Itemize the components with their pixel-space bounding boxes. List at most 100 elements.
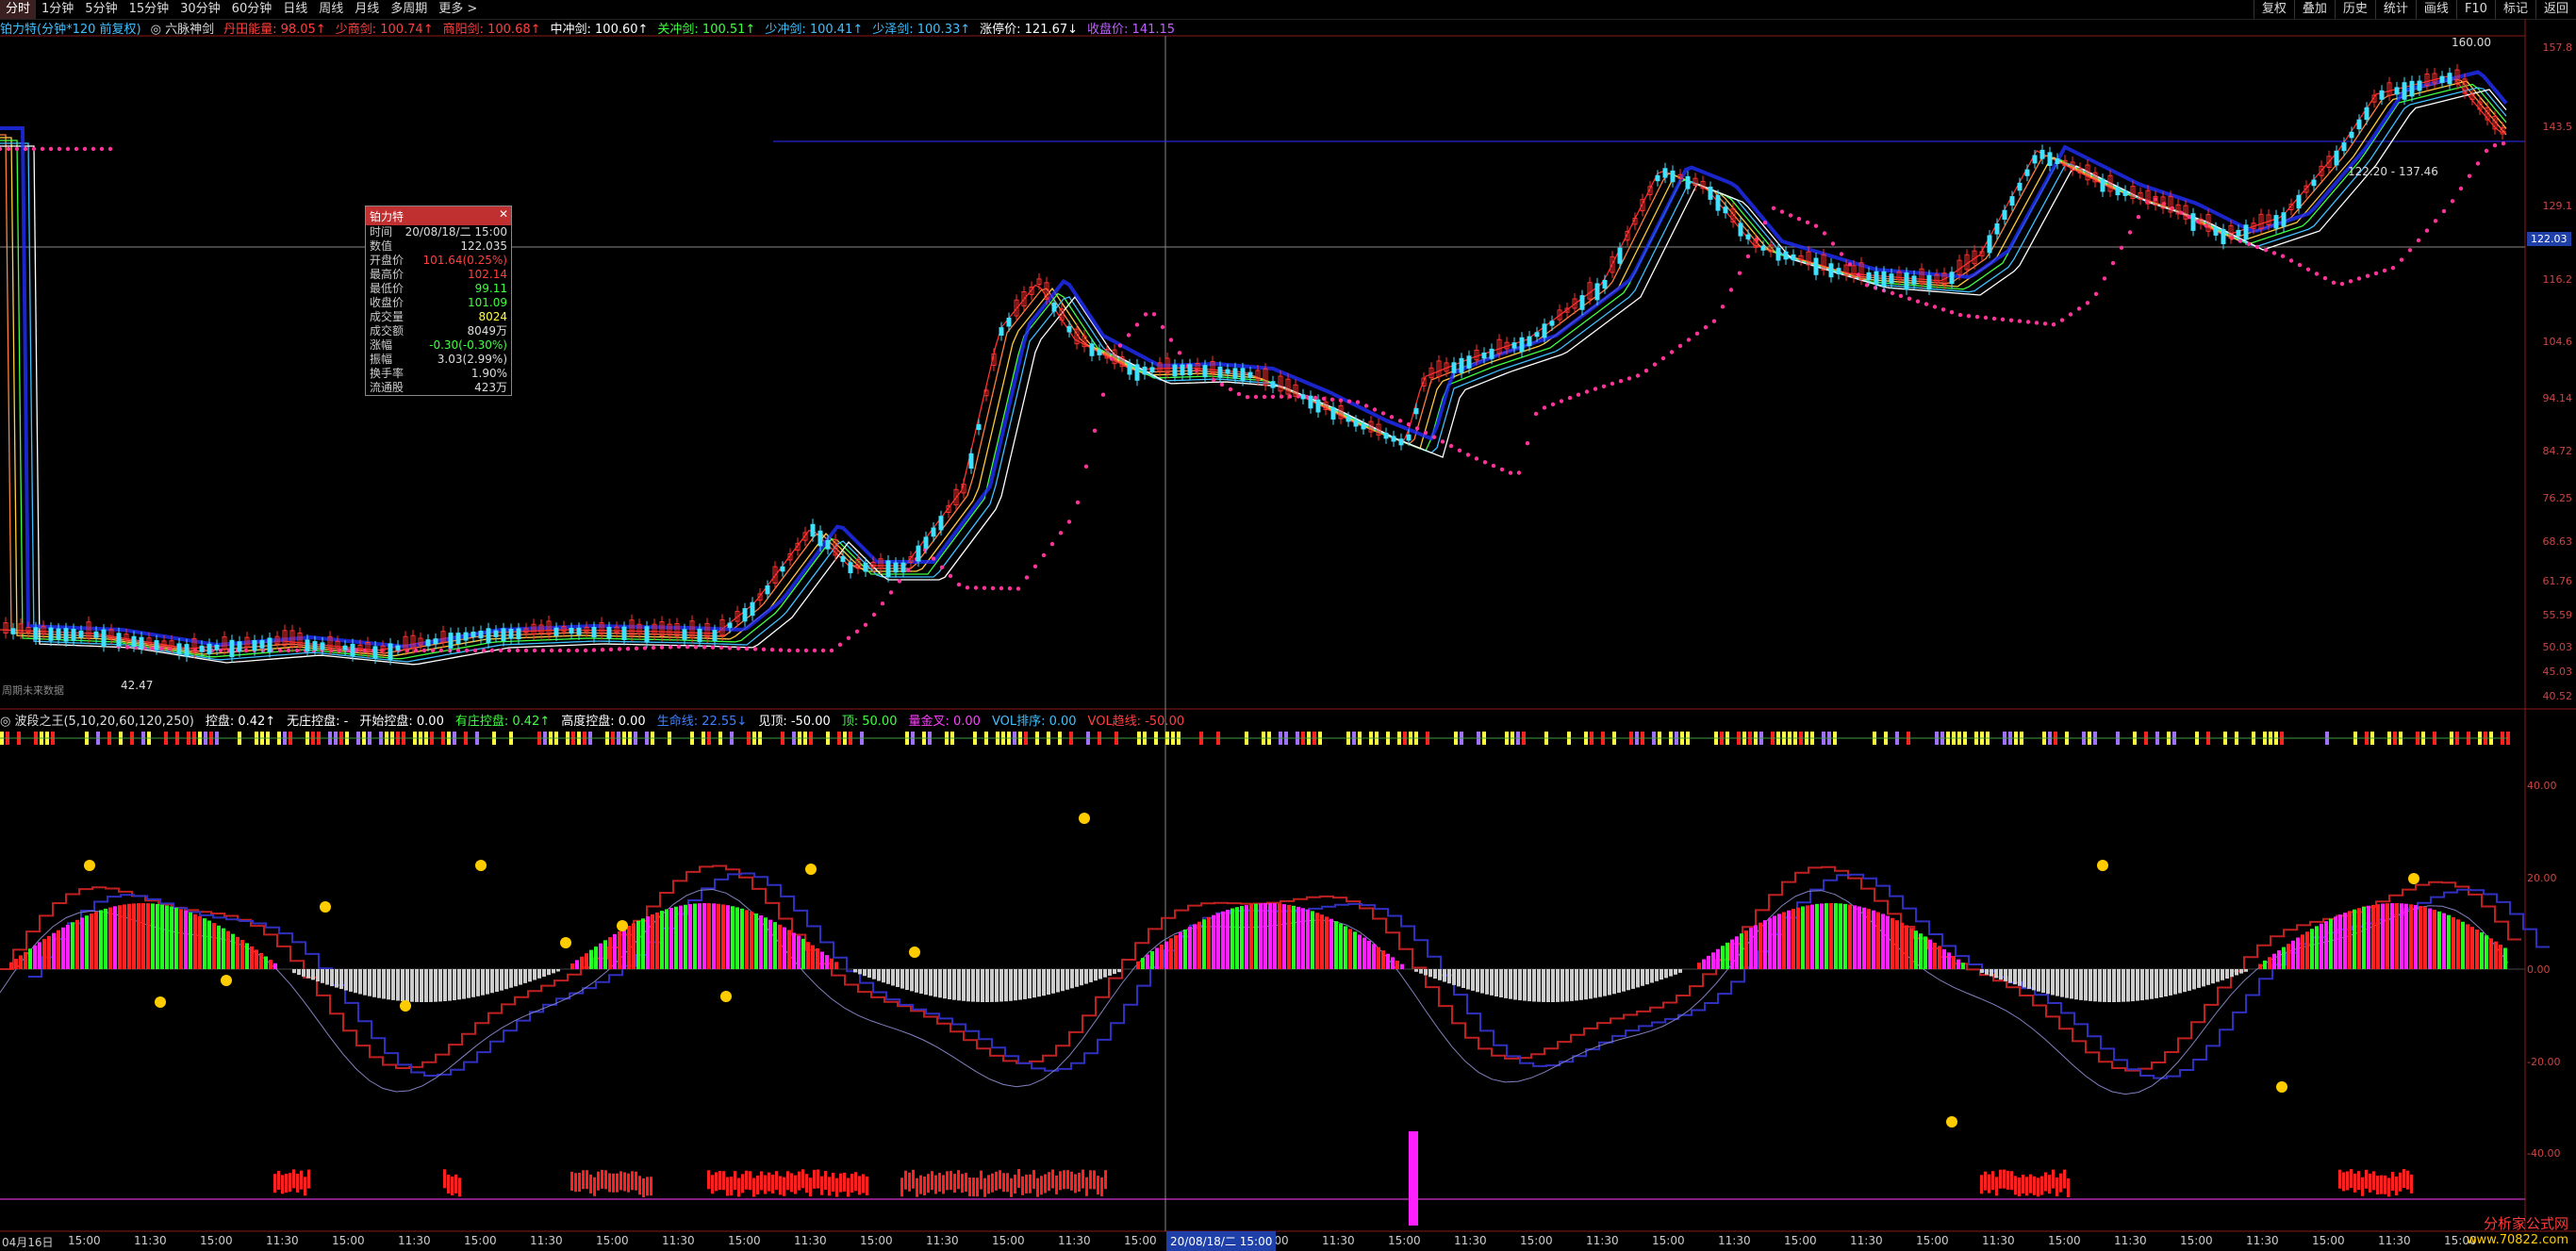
histogram-bar [999,969,1003,1002]
histogram-bar [1179,931,1182,969]
histogram-bar [179,909,183,970]
ma-dot [1601,384,1607,388]
histogram-bar [1183,929,1187,969]
volume-band-bar [2380,1175,2383,1194]
ma-dot [1380,411,1386,416]
ma-dot [464,648,470,653]
ma-dot [1313,395,1318,401]
candle-body [1202,365,1208,378]
ma-dot [880,601,885,606]
candle-body [433,638,438,645]
histogram-bar [2145,969,2149,1000]
time-tick-label: 15:00 [860,1234,893,1247]
volume-band-bar [2403,1169,2405,1189]
candle-body [10,628,16,634]
histogram-bar [636,920,640,970]
ma-dot [1957,312,1963,318]
ma-dot [752,647,758,651]
histogram-bar [2244,969,2248,972]
candle-body [2364,107,2370,121]
volume-band-bar [2406,1170,2409,1190]
histogram-bar [2112,969,2116,1002]
volume-band-bar [931,1171,933,1191]
ma-dot [1525,441,1530,446]
histogram-bar [405,969,409,1002]
ma-dot [931,556,936,561]
volume-band-bar [771,1175,774,1194]
histogram-bar [198,915,202,970]
ma-dot [2365,273,2370,278]
volume-band-bar [593,1177,596,1196]
ma-dot [91,146,96,152]
histogram-bar [1084,969,1088,984]
chart-canvas[interactable] [0,0,2576,1251]
ma-dot [1533,411,1539,417]
candle-body [916,545,921,562]
tooltip-row: 成交量 8024 [366,310,511,324]
signal-smiley-icon [2276,1081,2287,1093]
histogram-bar [1023,969,1027,999]
histogram-bar [655,912,659,969]
ma-dot [1966,314,1972,319]
histogram-bar [915,969,918,993]
candle-body [455,633,461,644]
close-icon[interactable]: ✕ [499,207,508,221]
histogram-bar [2206,969,2210,985]
time-tick-label: 11:30 [1454,1234,1487,1247]
ma-dot [820,648,826,653]
ma-dot [1584,389,1590,394]
histogram-bar [344,969,348,991]
histogram-bar [2098,969,2102,1002]
histogram-bar [797,935,801,970]
histogram-bar [1457,969,1461,987]
histogram-bar [2466,924,2469,969]
histogram-bar [75,919,79,969]
candle-body [1225,369,1230,374]
histogram-bar [1282,904,1286,970]
ma-dot [863,622,868,627]
histogram-bar [264,956,268,969]
time-tick-label: 15:00 [68,1234,101,1247]
ma-dot [1796,217,1802,222]
histogram-bar [448,969,452,1001]
price-tick-label: 94.14 [2542,392,2573,404]
time-tick-label: 15:00 [728,1234,761,1247]
time-tick-label: 11:30 [398,1234,431,1247]
time-tick-label: 11:30 [1850,1234,1883,1247]
histogram-bar [1235,907,1239,969]
ma-dot [1075,500,1081,505]
histogram-bar [1226,910,1230,969]
ma-dot [1805,220,1810,225]
volume-band-bar [813,1169,816,1189]
ma-dot [1940,307,1946,312]
histogram-bar [759,915,763,970]
histogram-bar [2305,931,2309,970]
histogram-bar [745,910,749,970]
ma-dot [1117,343,1123,348]
volume-band-bar [2006,1170,2009,1190]
tooltip-row: 最低价 99.11 [366,282,511,296]
histogram-bar [2046,969,2050,995]
histogram-bar [1735,936,1739,969]
indicator2-title[interactable]: ◎ 波段之王(5,10,20,60,120,250) [0,711,194,729]
ma-dot [1431,435,1437,439]
ma-dot [939,565,945,569]
histogram-bar [2353,909,2356,969]
histogram-bar [1372,944,1376,970]
volume-band-bar [1078,1173,1081,1193]
tooltip-row: 涨幅 -0.30(-0.30%) [366,338,511,353]
ma-dot [107,146,113,152]
ma-dot [693,645,699,650]
histogram-bar [1994,969,1998,979]
volume-spike [1409,1131,1418,1226]
volume-band-bar [790,1173,793,1193]
histogram-bar [443,969,447,1001]
histogram-bar [575,960,579,969]
candle-body [1594,283,1600,301]
volume-band-bar [2010,1171,2013,1191]
candle-body [350,644,355,657]
histogram-bar [1018,969,1022,1000]
volume-band-bar [1097,1176,1099,1195]
volume-band-bar [1074,1174,1077,1193]
ma-dot [515,648,520,653]
